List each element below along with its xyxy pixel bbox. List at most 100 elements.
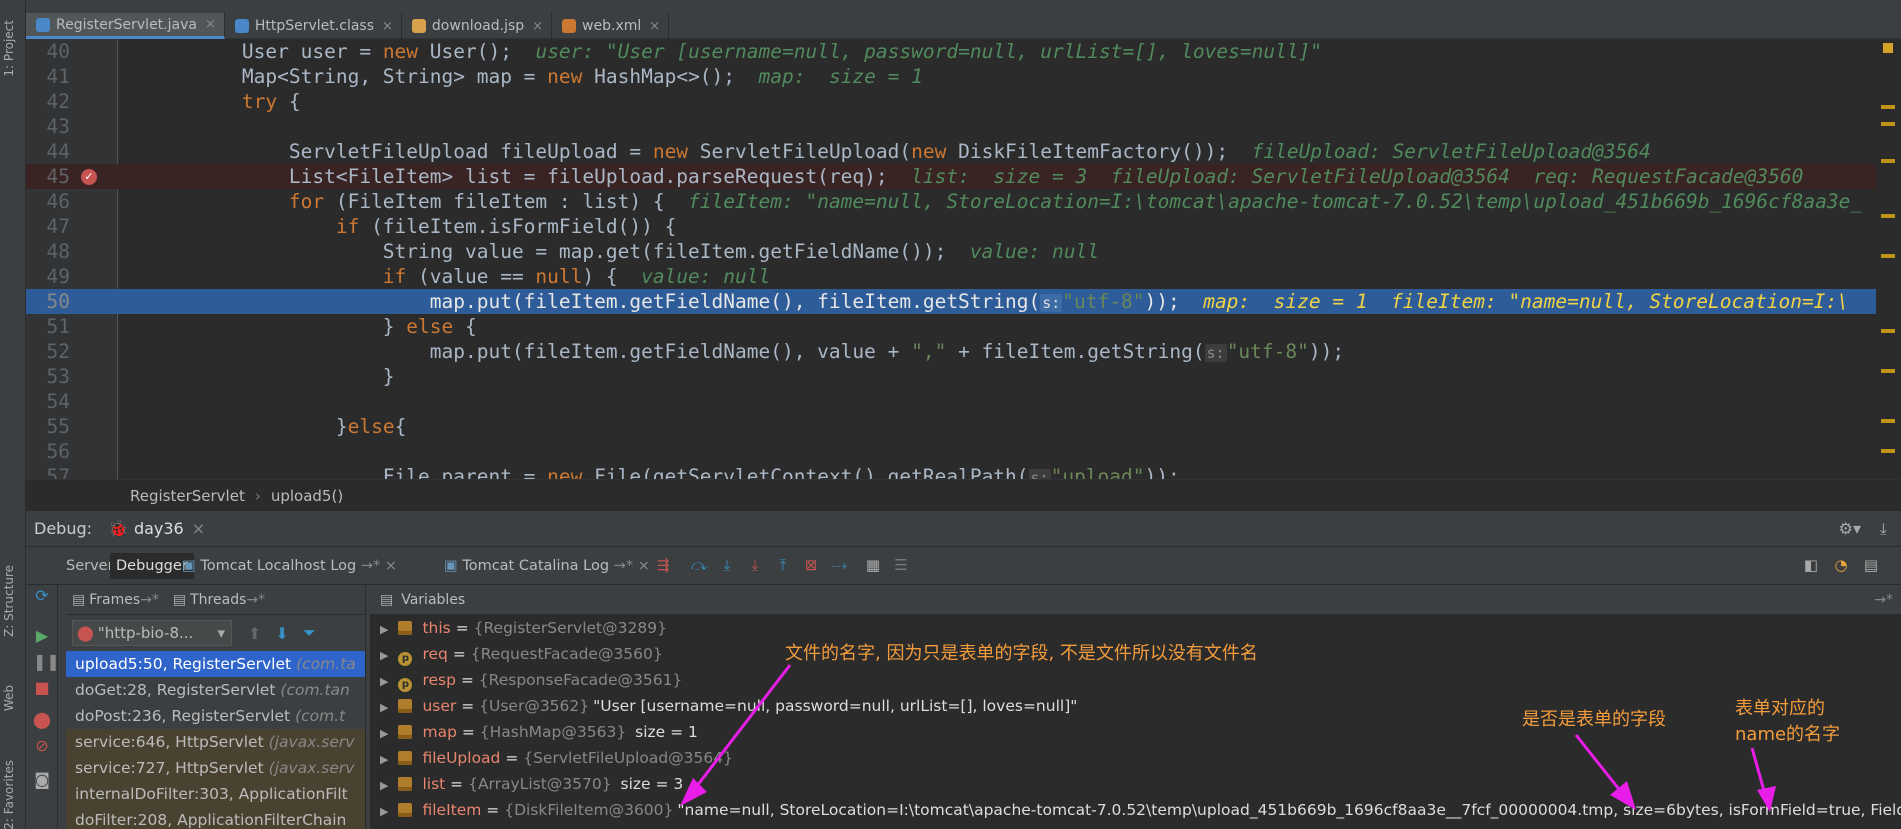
pause-icon[interactable]: ❚❚: [33, 653, 60, 671]
code-line[interactable]: 46 for (FileItem fileItem : list) { file…: [26, 189, 1901, 214]
resume-icon[interactable]: ▶: [33, 627, 51, 645]
code-line[interactable]: 41 Map<String, String> map = new HashMap…: [26, 64, 1901, 89]
up-arrow-icon[interactable]: ⬆: [248, 624, 261, 643]
code-line[interactable]: 42 try {: [26, 89, 1901, 114]
stripe-mark[interactable]: [1881, 105, 1895, 109]
frame-item[interactable]: internalDoFilter:303, ApplicationFilt: [66, 781, 365, 807]
stripe-mark[interactable]: [1881, 369, 1895, 373]
code-line[interactable]: 43: [26, 114, 1901, 139]
expand-arrow-icon[interactable]: ▶: [380, 779, 388, 792]
favorites-tool-button[interactable]: 2: Favorites: [2, 760, 16, 829]
code-line[interactable]: 45 ✓ List<FileItem> list = fileUpload.par…: [26, 164, 1901, 189]
variable-row[interactable]: ▶ fileItem = {DiskFileItem@3600} "name=nul…: [370, 797, 1901, 823]
code-line[interactable]: 54: [26, 389, 1901, 414]
editor-tab[interactable]: HttpServlet.class ×: [225, 13, 402, 39]
view-breakpoints-icon[interactable]: ⬤: [33, 711, 51, 729]
close-icon[interactable]: ×: [649, 19, 660, 34]
code-line[interactable]: 53 }: [26, 364, 1901, 389]
threads-tab[interactable]: Threads: [190, 592, 246, 608]
restore-layout-icon[interactable]: ◧: [1802, 556, 1820, 574]
code-editor[interactable]: 40 User user = new User(); user: "User […: [26, 39, 1901, 479]
web-tool-button[interactable]: Web: [2, 685, 16, 711]
down-arrow-icon[interactable]: ⬇: [275, 624, 288, 643]
step-into-icon[interactable]: ⤓: [718, 556, 736, 574]
code-line[interactable]: 56: [26, 439, 1901, 464]
mute-breakpoints-icon[interactable]: ⊘: [33, 737, 51, 755]
close-icon[interactable]: ×: [382, 19, 393, 34]
expand-arrow-icon[interactable]: ▶: [380, 727, 388, 740]
pin-icon[interactable]: →*: [1874, 592, 1893, 608]
error-stripe[interactable]: [1876, 39, 1901, 479]
close-icon[interactable]: ×: [205, 17, 216, 32]
stripe-mark[interactable]: [1881, 419, 1895, 423]
tab-tomcat-catalina-log[interactable]: ▣ Tomcat Catalina Log →* ×: [438, 553, 656, 579]
breadcrumb-method[interactable]: upload5(): [271, 487, 343, 505]
frames-tab[interactable]: Frames: [89, 592, 140, 608]
stripe-mark[interactable]: [1881, 122, 1895, 126]
code-line[interactable]: 40 User user = new User(); user: "User […: [26, 39, 1901, 64]
debug-session-tab[interactable]: day36: [134, 519, 184, 538]
variable-row[interactable]: ▶ this = {RegisterServlet@3289}: [370, 615, 1901, 641]
trace-icon[interactable]: ☰: [892, 556, 910, 574]
code-line[interactable]: 57 File parent = new File(getServletCont…: [26, 464, 1901, 479]
force-step-into-icon[interactable]: ⤓: [746, 556, 764, 574]
run-to-cursor-icon[interactable]: ⤏: [830, 556, 848, 574]
filter-icon[interactable]: ⏷: [303, 623, 316, 643]
expand-arrow-icon[interactable]: ▶: [380, 701, 388, 714]
project-tool-button[interactable]: 1: Project: [2, 20, 16, 77]
breakpoint-icon[interactable]: ✓: [81, 169, 97, 185]
expand-arrow-icon[interactable]: ▶: [380, 623, 388, 636]
expand-arrow-icon[interactable]: ▶: [380, 675, 388, 688]
stripe-mark[interactable]: [1881, 449, 1895, 453]
code-line[interactable]: 49 if (value == null) { value: null: [26, 264, 1901, 289]
stop-icon[interactable]: ■: [33, 679, 51, 697]
frame-item[interactable]: doGet:28, RegisterServlet (com.tan: [66, 677, 365, 703]
memory-icon[interactable]: ◔: [1832, 556, 1850, 574]
frame-item[interactable]: service:727, HttpServlet (javax.serv: [66, 755, 365, 781]
variable-row[interactable]: ▶ fileUpload = {ServletFileUpload@3564}: [370, 745, 1901, 771]
expand-arrow-icon[interactable]: ▶: [380, 805, 388, 818]
stripe-mark[interactable]: [1881, 214, 1895, 218]
refresh-icon[interactable]: ⟳: [33, 587, 51, 605]
code-line[interactable]: 51 } else {: [26, 314, 1901, 339]
expand-arrow-icon[interactable]: ▶: [380, 753, 388, 766]
camera-icon[interactable]: ◙: [33, 771, 51, 789]
hide-icon[interactable]: ⤓: [1880, 519, 1887, 539]
evaluate-expression-icon[interactable]: ▦: [864, 556, 882, 574]
frame-item[interactable]: doFilter:208, ApplicationFilterChain: [66, 807, 365, 829]
stripe-mark[interactable]: [1881, 254, 1895, 258]
code-line[interactable]: 48 String value = map.get(fileItem.getFi…: [26, 239, 1901, 264]
code-line[interactable]: 47 if (fileItem.isFormField()) {: [26, 214, 1901, 239]
code-line[interactable]: 52 map.put(fileItem.getFieldName(), valu…: [26, 339, 1901, 364]
variable-row[interactable]: ▶ user = {User@3562} "User [username=null,…: [370, 693, 1901, 719]
code-line[interactable]: 55 }else{: [26, 414, 1901, 439]
step-over-icon[interactable]: ⤼: [690, 556, 708, 574]
frame-item[interactable]: doPost:236, RegisterServlet (com.t: [66, 703, 365, 729]
stripe-mark[interactable]: [1881, 329, 1895, 333]
variable-row[interactable]: ▶ map = {HashMap@3563} size = 1: [370, 719, 1901, 745]
expand-arrow-icon[interactable]: ▶: [380, 649, 388, 662]
code-line[interactable]: 50 map.put(fileItem.getFieldName(), file…: [26, 289, 1901, 314]
show-execution-point-icon[interactable]: ⇶: [654, 556, 672, 574]
inspection-status-icon[interactable]: [1883, 43, 1893, 53]
breadcrumb-class[interactable]: RegisterServlet: [130, 487, 245, 505]
structure-tool-button[interactable]: Z: Structure: [2, 565, 16, 637]
close-icon[interactable]: ×: [532, 19, 543, 34]
drop-frame-icon[interactable]: ⊠: [802, 556, 820, 574]
frame-item[interactable]: upload5:50, RegisterServlet (com.ta: [66, 651, 365, 677]
editor-tab[interactable]: download.jsp ×: [402, 13, 553, 39]
variables-tab[interactable]: Variables: [401, 592, 465, 608]
thread-dropdown[interactable]: ⬤ "http-bio-8... ▾: [72, 620, 232, 646]
editor-tab[interactable]: RegisterServlet.java ×: [26, 13, 225, 39]
stripe-mark[interactable]: [1881, 159, 1895, 163]
variable-row[interactable]: ▶ p resp = {ResponseFacade@3561}: [370, 667, 1901, 693]
editor-tab[interactable]: web.xml ×: [552, 13, 670, 39]
close-icon[interactable]: ×: [192, 519, 205, 538]
layout-icon[interactable]: ▤: [1862, 556, 1880, 574]
variable-row[interactable]: ▶ list = {ArrayList@3570} size = 3: [370, 771, 1901, 797]
code-line[interactable]: 44 ServletFileUpload fileUpload = new Se…: [26, 139, 1901, 164]
gear-icon[interactable]: ⚙▾: [1839, 519, 1861, 538]
frame-item[interactable]: service:646, HttpServlet (javax.serv: [66, 729, 365, 755]
step-out-icon[interactable]: ⤒: [774, 556, 792, 574]
tab-tomcat-localhost-log[interactable]: ▣ Tomcat Localhost Log →* ×: [176, 553, 403, 579]
